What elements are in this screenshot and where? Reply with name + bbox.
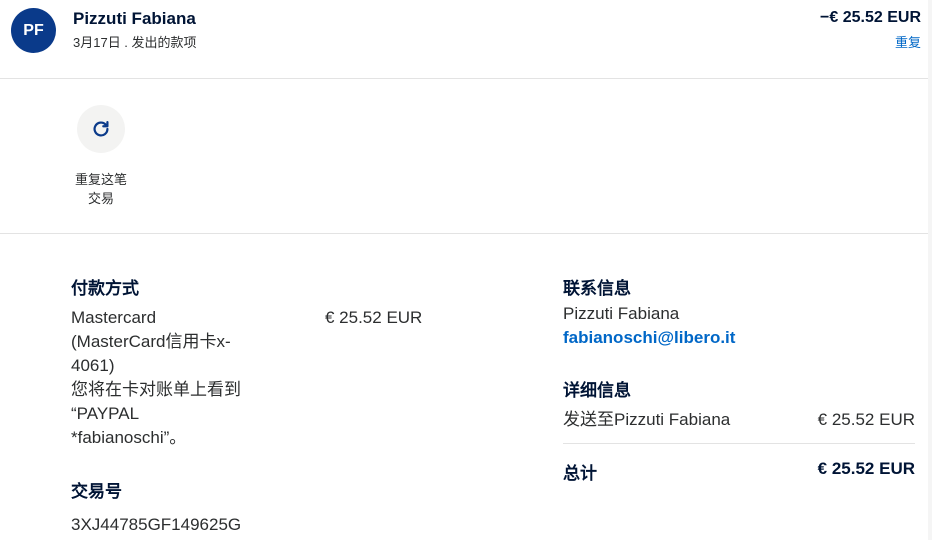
transaction-subtitle: 3月17日 . 发出的款项 bbox=[73, 35, 197, 50]
avatar: PF bbox=[11, 8, 56, 53]
divider bbox=[0, 78, 932, 79]
payment-amount: € 25.52 EUR bbox=[325, 308, 423, 327]
merchant-name: Pizzuti Fabiana bbox=[73, 9, 196, 28]
transaction-id: 3XJ44785GF149625G bbox=[71, 515, 242, 534]
divider bbox=[563, 443, 915, 444]
payment-line: (MasterCard信用卡x- bbox=[71, 332, 231, 351]
repeat-link[interactable]: 重复 bbox=[895, 32, 921, 51]
repeat-transaction-label[interactable]: 重复这笔 交易 bbox=[61, 170, 141, 208]
contact-info-title: 联系信息 bbox=[563, 279, 631, 298]
divider bbox=[0, 233, 932, 234]
payment-line: 4061) bbox=[71, 356, 115, 375]
contact-name: Pizzuti Fabiana bbox=[563, 304, 680, 323]
details-title: 详细信息 bbox=[563, 381, 631, 400]
sent-to-amount: € 25.52 EUR bbox=[817, 410, 915, 429]
transaction-amount: −€ 25.52 EUR bbox=[820, 9, 921, 26]
payment-line: 您将在卡对账单上看到 bbox=[71, 380, 241, 399]
repeat-label-line1: 重复这笔 bbox=[74, 172, 127, 187]
refresh-icon bbox=[93, 121, 109, 137]
scrollbar[interactable] bbox=[928, 0, 932, 540]
transaction-id-title: 交易号 bbox=[71, 482, 122, 501]
payment-line: *fabianoschi”。 bbox=[71, 428, 187, 447]
contact-email-link[interactable]: fabianoschi@libero.it bbox=[563, 326, 735, 350]
payment-line: “PAYPAL bbox=[71, 404, 140, 423]
repeat-transaction-button[interactable] bbox=[77, 105, 125, 153]
payment-line: Mastercard bbox=[71, 308, 157, 327]
total-label: 总计 bbox=[563, 464, 597, 483]
repeat-label-line2: 交易 bbox=[87, 191, 114, 206]
payment-method-title: 付款方式 bbox=[71, 279, 139, 298]
total-amount: € 25.52 EUR bbox=[817, 459, 915, 478]
sent-to-label: 发送至Pizzuti Fabiana bbox=[563, 410, 731, 429]
payment-method-details: Mastercard (MasterCard信用卡x- 4061) 您将在卡对账… bbox=[71, 306, 301, 450]
